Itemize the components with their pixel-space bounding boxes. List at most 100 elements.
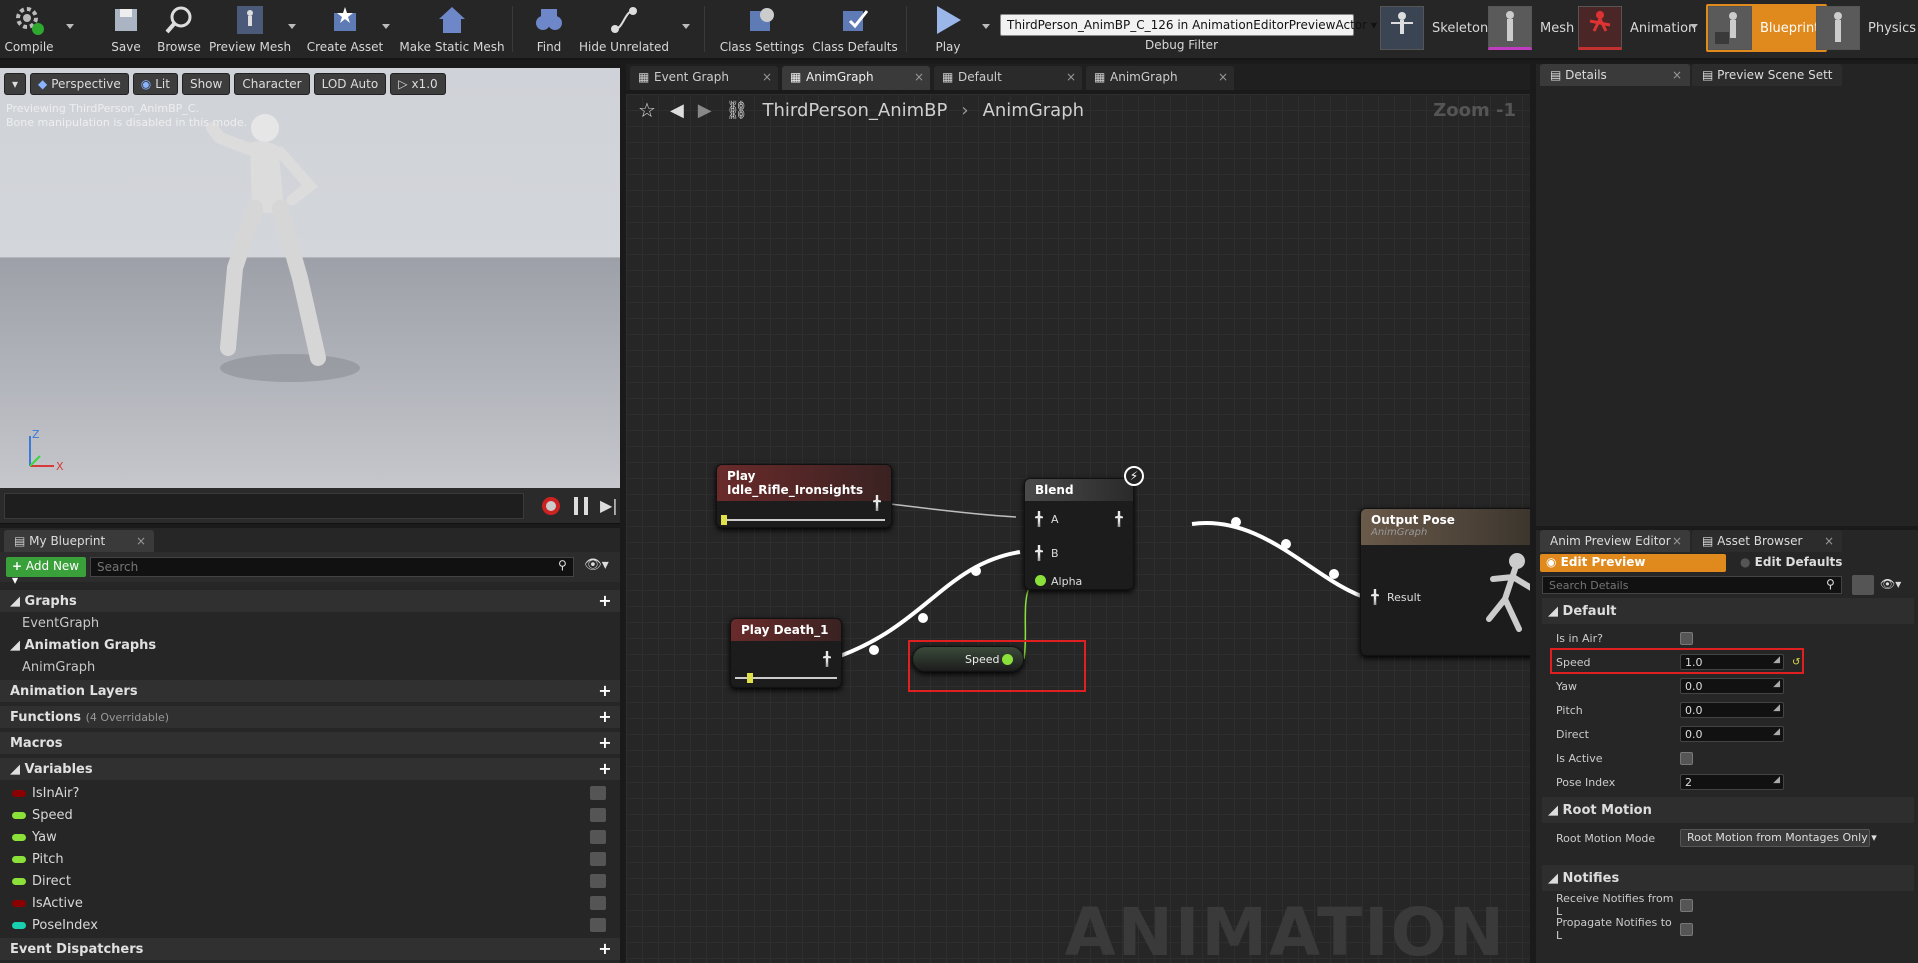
close-icon[interactable]: ×: [1672, 68, 1682, 82]
close-icon[interactable]: ×: [136, 534, 146, 548]
visibility-toggle-icon[interactable]: [590, 808, 606, 822]
is-active-checkbox[interactable]: [1680, 751, 1693, 765]
save-button[interactable]: Save: [108, 0, 144, 58]
functions-section[interactable]: Functions (4 Overridable) +: [0, 706, 620, 728]
mode-animation[interactable]: Animation: [1578, 4, 1704, 52]
animation-graphs-section[interactable]: ◢ Animation Graphs: [0, 634, 620, 656]
pose-pin-icon[interactable]: [823, 651, 831, 667]
add-dispatcher-button[interactable]: +: [598, 941, 612, 957]
anim-preview-editor-tab[interactable]: Anim Preview Editor ×: [1540, 530, 1690, 552]
hide-unrelated-button[interactable]: Hide Unrelated: [579, 0, 669, 58]
default-section[interactable]: ◢ Default: [1542, 598, 1914, 624]
visibility-toggle-icon[interactable]: [590, 896, 606, 910]
variable-item[interactable]: IsActive: [0, 892, 620, 914]
event-dispatchers-section[interactable]: Event Dispatchers +: [0, 938, 620, 960]
lit-button[interactable]: ◉ Lit: [132, 73, 178, 95]
tab-event-graph[interactable]: ▦ Event Graph ×: [630, 66, 778, 90]
back-arrow-icon[interactable]: ◀: [670, 100, 684, 121]
tab-animgraph-active[interactable]: ▦ AnimGraph ×: [782, 66, 930, 90]
browse-button[interactable]: Browse: [156, 0, 202, 58]
mode-physics[interactable]: Physics: [1816, 4, 1918, 52]
compile-options-caret[interactable]: [66, 24, 74, 29]
animation-mode-caret[interactable]: [1690, 24, 1698, 29]
propagate-notifies-checkbox[interactable]: [1680, 922, 1693, 936]
eye-icon[interactable]: 👁▾: [584, 557, 609, 573]
class-defaults-button[interactable]: Class Defaults: [812, 0, 898, 58]
variable-item[interactable]: IsInAir?: [0, 782, 620, 804]
tab-default[interactable]: ▦ Default ×: [934, 66, 1082, 90]
variable-item[interactable]: Direct: [0, 870, 620, 892]
play-options-caret[interactable]: [982, 24, 990, 29]
variable-item[interactable]: Pitch: [0, 848, 620, 870]
root-motion-mode-select[interactable]: Root Motion from Montages Only ▾: [1680, 829, 1877, 847]
alpha-pin-icon[interactable]: [1035, 575, 1046, 586]
blueprint-search-input[interactable]: [90, 557, 574, 577]
tree-item-eventgraph[interactable]: EventGraph: [0, 612, 620, 634]
visibility-toggle-icon[interactable]: [590, 874, 606, 888]
result-pin-icon[interactable]: [1371, 589, 1379, 605]
root-motion-section[interactable]: ◢ Root Motion: [1542, 797, 1914, 823]
blend-node[interactable]: Blend A B Alpha: [1024, 478, 1134, 590]
class-settings-button[interactable]: Class Settings: [720, 0, 804, 58]
variable-item[interactable]: Speed: [0, 804, 620, 826]
mode-blueprint[interactable]: Blueprint: [1706, 4, 1828, 52]
add-layer-button[interactable]: +: [598, 683, 612, 699]
add-function-button[interactable]: +: [598, 709, 612, 725]
edit-defaults-toggle[interactable]: ● Edit Defaults: [1734, 554, 1914, 572]
close-icon[interactable]: ×: [914, 70, 924, 84]
receive-notifies-checkbox[interactable]: [1680, 898, 1693, 912]
create-asset-button[interactable]: Create Asset: [307, 0, 383, 58]
play-progress-handle[interactable]: [747, 673, 753, 683]
forward-arrow-icon[interactable]: ▶: [698, 100, 712, 121]
search-details-input[interactable]: [1542, 576, 1842, 594]
graphs-section[interactable]: ◢ Graphs +: [0, 590, 620, 612]
visibility-toggle-icon[interactable]: [590, 786, 606, 800]
breadcrumb-root[interactable]: ThirdPerson_AnimBP: [762, 100, 947, 121]
macros-section[interactable]: Macros +: [0, 732, 620, 754]
record-icon[interactable]: [542, 497, 560, 515]
play-death-node[interactable]: Play Death_1: [730, 618, 842, 688]
playback-speed-button[interactable]: ▷ x1.0: [390, 73, 446, 95]
close-icon[interactable]: ×: [1218, 70, 1228, 84]
preview-viewport[interactable]: Z X: [0, 68, 620, 488]
step-forward-icon[interactable]: ▶|: [600, 496, 618, 515]
play-button[interactable]: Play: [926, 0, 970, 58]
add-variable-button[interactable]: +: [598, 761, 612, 777]
tree-item-animgraph[interactable]: AnimGraph: [0, 656, 620, 678]
character-button[interactable]: Character: [234, 73, 310, 95]
visibility-toggle-icon[interactable]: [590, 852, 606, 866]
debug-object-select[interactable]: ThirdPerson_AnimBP_C_126 in AnimationEdi…: [1000, 14, 1377, 36]
pose-index-field[interactable]: 2: [1680, 774, 1784, 790]
preview-mesh-caret[interactable]: [288, 24, 296, 29]
close-icon[interactable]: ×: [1824, 534, 1834, 548]
hide-unrelated-caret[interactable]: [682, 24, 690, 29]
asset-browser-tab[interactable]: ▤ Asset Browser ×: [1692, 530, 1842, 552]
anim-graph-canvas[interactable]: Play Idle_Rifle_Ironsights Play Death_1 …: [626, 94, 1530, 963]
preview-scene-settings-tab[interactable]: ▤ Preview Scene Sett: [1692, 64, 1842, 86]
star-icon[interactable]: ☆: [638, 98, 656, 122]
perspective-button[interactable]: ◆ Perspective: [30, 73, 129, 95]
find-button[interactable]: Find: [528, 0, 570, 58]
variables-section[interactable]: ◢ Variables +: [0, 758, 620, 780]
pose-pin-a-icon[interactable]: [1035, 511, 1043, 527]
my-blueprint-tab[interactable]: ▤ My Blueprint ×: [4, 530, 154, 552]
is-in-air-checkbox[interactable]: [1680, 631, 1693, 645]
details-tab[interactable]: ▤ Details ×: [1540, 64, 1690, 86]
preview-mesh-button[interactable]: Preview Mesh: [209, 0, 291, 58]
edit-preview-toggle[interactable]: ◉ Edit Preview: [1540, 554, 1726, 572]
timeline-scrubber[interactable]: [4, 493, 524, 519]
make-static-mesh-button[interactable]: Make Static Mesh: [399, 0, 505, 58]
add-graph-button[interactable]: +: [598, 593, 612, 609]
notifies-section[interactable]: ◢ Notifies: [1542, 865, 1914, 891]
breadcrumb-leaf[interactable]: AnimGraph: [983, 100, 1084, 121]
variable-item[interactable]: Yaw: [0, 826, 620, 848]
yaw-field[interactable]: 0.0: [1680, 678, 1784, 694]
pitch-field[interactable]: 0.0: [1680, 702, 1784, 718]
play-idle-node[interactable]: Play Idle_Rifle_Ironsights: [716, 464, 892, 528]
pose-pin-b-icon[interactable]: [1035, 545, 1043, 561]
create-asset-caret[interactable]: [382, 24, 390, 29]
mode-skeleton[interactable]: Skeleton: [1380, 4, 1496, 52]
lod-button[interactable]: LOD Auto: [313, 73, 387, 95]
grid-view-icon[interactable]: [1852, 575, 1874, 595]
add-new-button[interactable]: + Add New ▾: [6, 557, 86, 587]
